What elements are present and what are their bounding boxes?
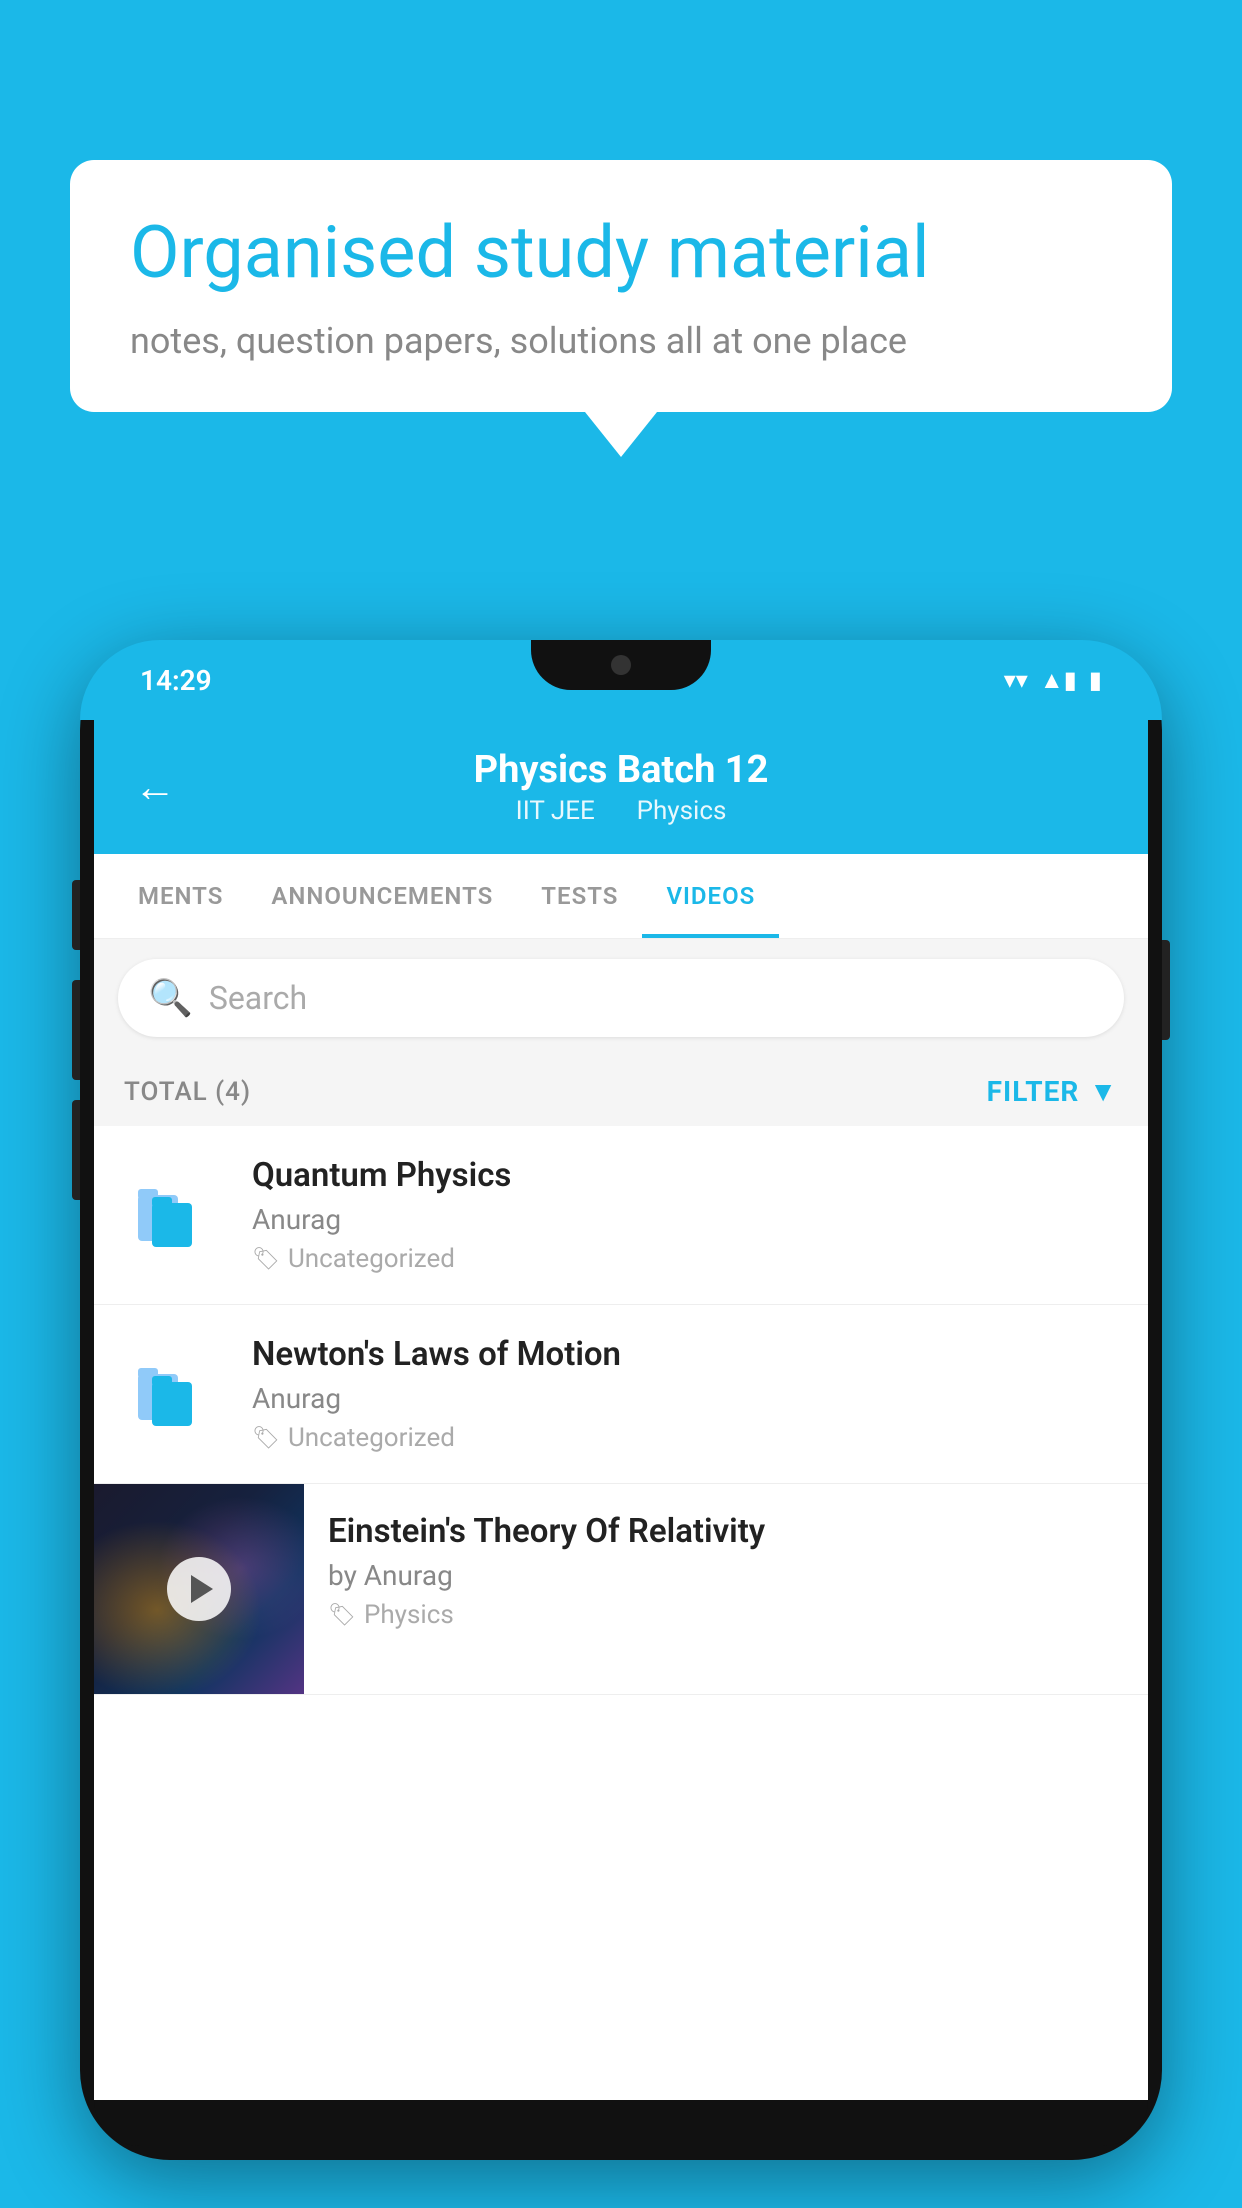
app-header: ← Physics Batch 12 IIT JEE Physics <box>94 720 1148 854</box>
list-item[interactable]: Quantum Physics Anurag 🏷 Uncategorized <box>94 1126 1148 1305</box>
status-bar: 14:29 ▾▾ ▲▮ ▮ <box>80 640 1162 720</box>
video-title: Quantum Physics <box>252 1156 1118 1195</box>
phone-power-button <box>1162 940 1170 1040</box>
phone: 14:29 ▾▾ ▲▮ ▮ ← Physics Batch 12 IIT JEE <box>80 640 1162 2160</box>
filter-button[interactable]: FILTER ▼ <box>987 1075 1118 1108</box>
front-camera <box>611 655 631 675</box>
header-title-group: Physics Batch 12 IIT JEE Physics <box>474 748 769 826</box>
tab-tests[interactable]: TESTS <box>517 854 642 938</box>
batch-category: IIT JEE <box>516 796 595 826</box>
tag-icon: 🏷 <box>328 1603 356 1628</box>
phone-notch <box>531 640 711 690</box>
video-author: by Anurag <box>328 1559 1124 1592</box>
filter-icon: ▼ <box>1089 1075 1118 1108</box>
folder-icon <box>124 1344 224 1444</box>
search-icon: 🔍 <box>148 977 193 1019</box>
tab-announcements[interactable]: ANNOUNCEMENTS <box>247 854 517 938</box>
status-time: 14:29 <box>140 664 212 697</box>
video-thumbnail <box>94 1484 304 1694</box>
battery-icon: ▮ <box>1089 666 1102 694</box>
phone-volume-up-button <box>72 880 80 950</box>
video-info: Quantum Physics Anurag 🏷 Uncategorized <box>252 1156 1118 1274</box>
video-author: Anurag <box>252 1203 1118 1236</box>
list-item[interactable]: Einstein's Theory Of Relativity by Anura… <box>94 1484 1148 1695</box>
phone-bottom <box>94 2100 1148 2146</box>
video-info: Newton's Laws of Motion Anurag 🏷 Uncateg… <box>252 1335 1118 1453</box>
tab-documents[interactable]: MENTS <box>114 854 247 938</box>
batch-subject: Physics <box>637 796 727 826</box>
search-container: 🔍 Search <box>94 939 1148 1057</box>
filter-bar: TOTAL (4) FILTER ▼ <box>94 1057 1148 1126</box>
play-icon <box>191 1575 213 1603</box>
tag-icon: 🏷 <box>252 1426 280 1451</box>
status-icons: ▾▾ ▲▮ ▮ <box>1004 666 1102 695</box>
bubble-subtitle: notes, question papers, solutions all at… <box>130 320 1112 362</box>
tab-videos[interactable]: VIDEOS <box>642 854 779 938</box>
list-item[interactable]: Newton's Laws of Motion Anurag 🏷 Uncateg… <box>94 1305 1148 1484</box>
search-box[interactable]: 🔍 Search <box>118 959 1124 1037</box>
video-tag: 🏷 Physics <box>328 1600 1124 1630</box>
back-button[interactable]: ← <box>134 763 176 812</box>
wifi-icon: ▾▾ <box>1004 666 1028 694</box>
folder-icon <box>124 1165 224 1265</box>
speech-bubble: Organised study material notes, question… <box>70 160 1172 412</box>
phone-screen: ← Physics Batch 12 IIT JEE Physics MENTS… <box>94 720 1148 2100</box>
video-title: Newton's Laws of Motion <box>252 1335 1118 1374</box>
video-info: Einstein's Theory Of Relativity by Anura… <box>304 1484 1148 1658</box>
batch-subtitle: IIT JEE Physics <box>474 796 769 826</box>
phone-volume-down-button <box>72 980 80 1080</box>
batch-title: Physics Batch 12 <box>474 748 769 792</box>
video-list: Quantum Physics Anurag 🏷 Uncategorized <box>94 1126 1148 1695</box>
video-title: Einstein's Theory Of Relativity <box>328 1512 1124 1551</box>
search-placeholder: Search <box>209 979 307 1017</box>
play-button[interactable] <box>167 1557 231 1621</box>
tab-bar: MENTS ANNOUNCEMENTS TESTS VIDEOS <box>94 854 1148 939</box>
phone-container: 14:29 ▾▾ ▲▮ ▮ ← Physics Batch 12 IIT JEE <box>80 640 1162 2208</box>
tag-icon: 🏷 <box>252 1247 280 1272</box>
total-count: TOTAL (4) <box>124 1077 251 1107</box>
phone-side-button <box>72 1100 80 1200</box>
video-tag: 🏷 Uncategorized <box>252 1244 1118 1274</box>
bubble-title: Organised study material <box>130 210 1112 296</box>
signal-icon: ▲▮ <box>1040 666 1077 695</box>
video-tag: 🏷 Uncategorized <box>252 1423 1118 1453</box>
speech-bubble-container: Organised study material notes, question… <box>70 160 1172 412</box>
video-author: Anurag <box>252 1382 1118 1415</box>
